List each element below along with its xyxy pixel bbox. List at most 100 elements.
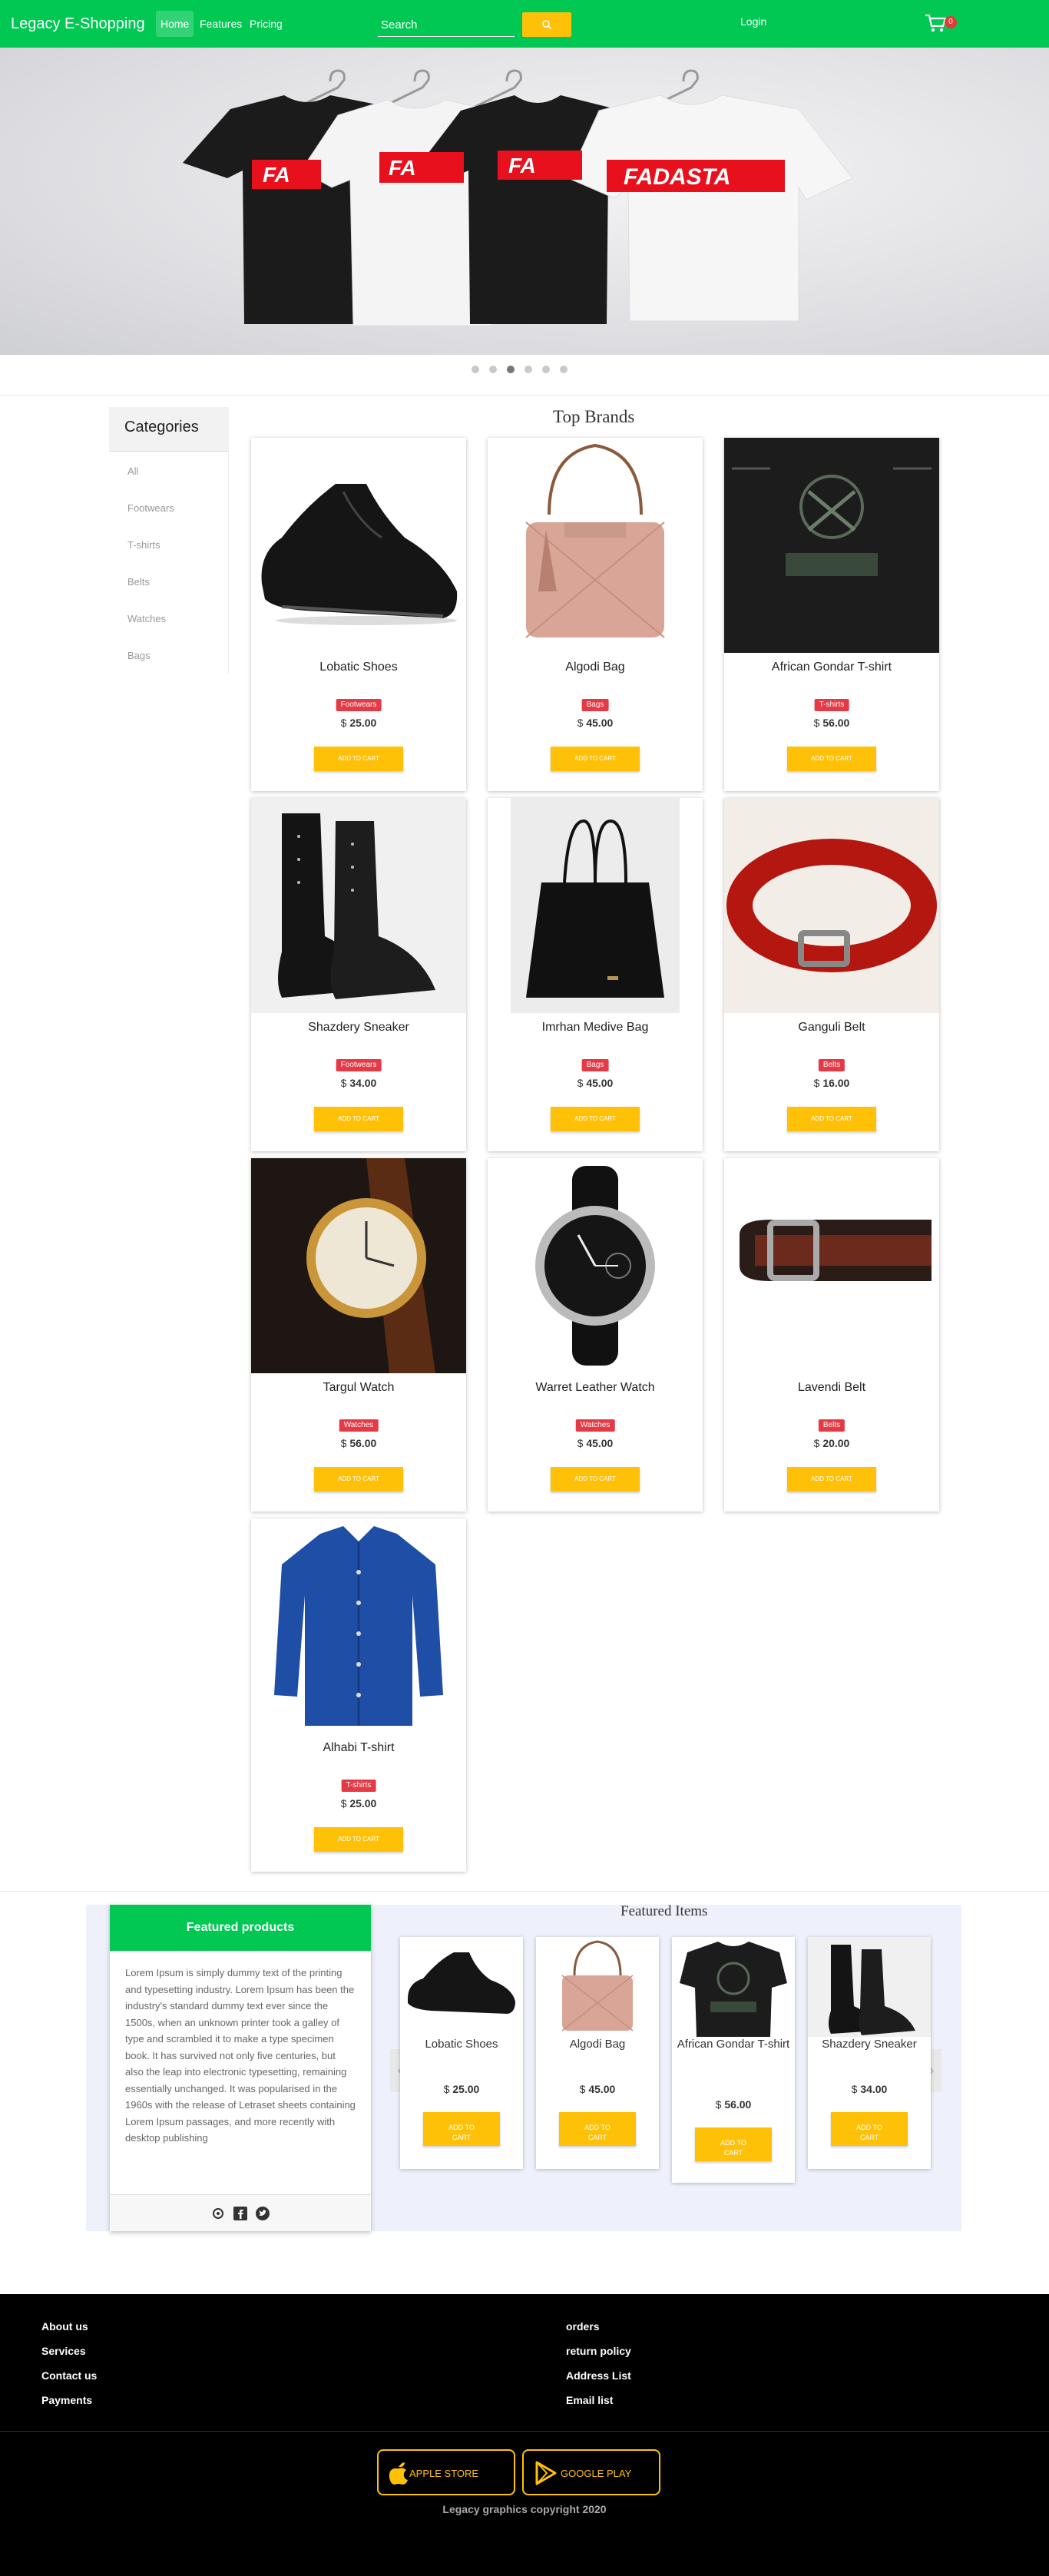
nav-link-home[interactable]: Home xyxy=(156,11,194,37)
product-name[interactable]: Alhabi T-shirt xyxy=(251,1741,466,1755)
carousel-dot-3[interactable] xyxy=(507,366,515,373)
product-name[interactable]: Ganguli Belt xyxy=(724,1021,939,1035)
featured-item-image[interactable] xyxy=(400,1937,523,2037)
product-name[interactable]: Targul Watch xyxy=(251,1381,466,1395)
add-to-cart-button[interactable]: ADD TO CART xyxy=(787,1467,876,1492)
add-to-cart-button[interactable]: ADD TO CART xyxy=(551,1107,640,1131)
footer-link-about[interactable]: About us xyxy=(41,2320,88,2333)
featured-item-name[interactable]: African Gondar T-shirt xyxy=(675,2037,792,2052)
product-price: $ 45.00 xyxy=(577,1437,614,1449)
product-image[interactable] xyxy=(251,1158,466,1373)
add-to-cart-button[interactable]: ADD TO CART xyxy=(787,1107,876,1131)
add-to-cart-button[interactable]: ADD TO CART xyxy=(559,2112,636,2146)
hero-label-1: FA xyxy=(263,163,290,187)
category-badge: Belts xyxy=(818,1419,845,1432)
product-image[interactable] xyxy=(251,1518,466,1733)
cart-button[interactable]: 0 xyxy=(925,11,960,37)
product-image[interactable] xyxy=(724,438,939,653)
add-to-cart-button[interactable]: ADD TO CART xyxy=(314,1467,403,1492)
category-watches[interactable]: Watches xyxy=(127,613,166,624)
featured-item-image[interactable] xyxy=(672,1937,795,2037)
add-to-cart-button[interactable]: ADD TO CART xyxy=(695,2127,772,2161)
nav-link-pricing[interactable]: Pricing xyxy=(245,11,287,37)
featured-item-price: $ 45.00 xyxy=(579,2083,616,2095)
shirt-image xyxy=(274,1526,443,1726)
product-image[interactable] xyxy=(251,798,466,1013)
add-to-cart-button[interactable]: ADD TO CART xyxy=(831,2112,908,2146)
boot-image xyxy=(278,813,435,999)
footer-link-services[interactable]: Services xyxy=(41,2345,86,2357)
add-to-cart-button[interactable]: ADD TO CART xyxy=(551,747,640,771)
add-to-cart-button[interactable]: ADD TO CART xyxy=(787,747,876,771)
product-price: $ 45.00 xyxy=(577,1077,614,1089)
product-image[interactable] xyxy=(488,438,703,653)
product-image[interactable] xyxy=(488,798,703,1013)
settings-icon[interactable] xyxy=(211,2207,225,2220)
login-link[interactable]: Login xyxy=(740,15,766,28)
category-footwears[interactable]: Footwears xyxy=(127,502,174,514)
tshirt-image xyxy=(724,438,939,653)
apple-store-label: APPLE STORE xyxy=(409,2468,479,2479)
brand-logo[interactable]: Legacy E-Shopping xyxy=(11,15,145,33)
nav-link-features[interactable]: Features xyxy=(195,11,247,37)
featured-item-name[interactable]: Algodi Bag xyxy=(539,2037,656,2052)
product-card: African Gondar T-shirt T-shirts $ 56.00 … xyxy=(724,438,939,791)
add-to-cart-button[interactable]: ADD TO CART xyxy=(423,2112,500,2146)
footer-link-orders[interactable]: orders xyxy=(566,2320,600,2333)
product-name[interactable]: Warret Leather Watch xyxy=(488,1381,703,1395)
product-name[interactable]: Lavendi Belt xyxy=(724,1381,939,1395)
copyright-text: Legacy graphics copyright 2020 xyxy=(442,2503,607,2515)
footer: About us Services Contact us Payments or… xyxy=(0,2294,1049,2576)
add-to-cart-button[interactable]: ADD TO CART xyxy=(314,747,403,771)
featured-item-name[interactable]: Lobatic Shoes xyxy=(403,2037,520,2052)
featured-item-image[interactable] xyxy=(536,1937,659,2037)
category-bags[interactable]: Bags xyxy=(127,650,151,661)
search-input[interactable] xyxy=(378,14,515,37)
belt-image xyxy=(740,1220,932,1281)
twitter-icon[interactable] xyxy=(256,2207,270,2220)
apple-store-button[interactable]: APPLE STORE xyxy=(377,2449,515,2495)
footer-link-address-list[interactable]: Address List xyxy=(566,2369,631,2382)
google-play-label: GOOGLE PLAY xyxy=(561,2468,632,2479)
product-image[interactable] xyxy=(251,438,466,653)
product-price: $ 25.00 xyxy=(340,1797,377,1809)
product-image[interactable] xyxy=(724,1158,939,1373)
featured-item-card: Lobatic Shoes $ 25.00 ADD TO CART xyxy=(400,1937,523,2169)
search-button[interactable] xyxy=(522,12,571,37)
featured-item-image[interactable] xyxy=(808,1937,931,2037)
featured-item-price: $ 34.00 xyxy=(851,2083,888,2095)
footer-link-contact[interactable]: Contact us xyxy=(41,2369,97,2382)
category-all[interactable]: All xyxy=(127,465,138,477)
product-image[interactable] xyxy=(724,798,939,1013)
featured-item-name[interactable]: Shazdery Sneaker xyxy=(811,2037,928,2052)
featured-products-text: Lorem Ipsum is simply dummy text of the … xyxy=(125,1967,356,2144)
hero-carousel[interactable]: FA FA FA FADASTA xyxy=(0,48,1049,355)
google-play-button[interactable]: GOOGLE PLAY xyxy=(522,2449,660,2495)
category-badge: Footwears xyxy=(336,699,382,711)
carousel-dot-1[interactable] xyxy=(472,366,479,373)
product-name[interactable]: Imrhan Medive Bag xyxy=(488,1021,703,1035)
category-tshirts[interactable]: T-shirts xyxy=(127,539,160,551)
add-to-cart-button[interactable]: ADD TO CART xyxy=(314,1827,403,1852)
facebook-icon[interactable] xyxy=(233,2207,247,2220)
footer-link-return-policy[interactable]: return policy xyxy=(566,2345,631,2357)
category-badge: T-shirts xyxy=(341,1780,376,1792)
product-image[interactable] xyxy=(488,1158,703,1373)
product-name[interactable]: Lobatic Shoes xyxy=(251,661,466,674)
carousel-dot-2[interactable] xyxy=(489,366,497,373)
carousel-dot-6[interactable] xyxy=(560,366,568,373)
shoe-image xyxy=(261,484,458,625)
footer-link-email-list[interactable]: Email list xyxy=(566,2394,613,2406)
footer-link-payments[interactable]: Payments xyxy=(41,2394,92,2406)
carousel-dot-4[interactable] xyxy=(524,366,532,373)
add-to-cart-button[interactable]: ADD TO CART xyxy=(314,1107,403,1131)
add-to-cart-button[interactable]: ADD TO CART xyxy=(551,1467,640,1492)
carousel-dot-5[interactable] xyxy=(542,366,550,373)
category-badge: Bags xyxy=(581,699,609,711)
bag-image xyxy=(561,1940,634,2031)
product-name[interactable]: African Gondar T-shirt xyxy=(724,661,939,674)
product-name[interactable]: Shazdery Sneaker xyxy=(251,1021,466,1035)
product-name[interactable]: Algodi Bag xyxy=(488,661,703,674)
category-belts[interactable]: Belts xyxy=(127,576,150,588)
navbar: Legacy E-Shopping Home Features Pricing … xyxy=(0,0,1049,48)
